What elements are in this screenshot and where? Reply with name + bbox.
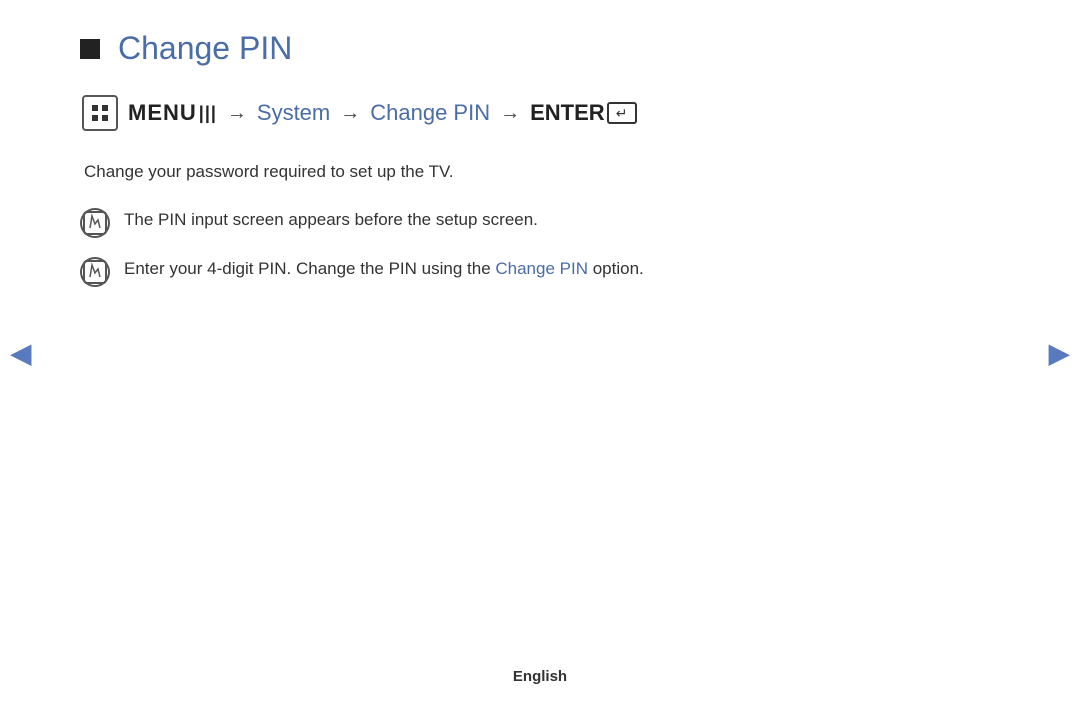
note-row-2: Enter your 4-digit PIN. Change the PIN u… <box>80 256 1000 287</box>
enter-label: ENTER <box>530 100 605 126</box>
note-2-text-after: option. <box>588 259 644 278</box>
page-title: Change PIN <box>118 30 292 67</box>
note-2-text-before: Enter your 4-digit PIN. Change the PIN u… <box>124 259 495 278</box>
nav-row: MENU ||| → System → Change PIN → ENTER ↵ <box>82 95 1000 131</box>
nav-change-pin-label: Change PIN <box>370 100 490 126</box>
footer-language: English <box>513 668 567 685</box>
nav-arrow-1: → <box>227 102 247 125</box>
main-content: Change PIN MENU ||| → System → Change PI… <box>0 0 1080 287</box>
note-text-2: Enter your 4-digit PIN. Change the PIN u… <box>124 256 644 282</box>
menu-bars: ||| <box>199 103 217 124</box>
enter-icon: ↵ <box>607 102 637 124</box>
system-label: System <box>257 100 330 126</box>
title-square-icon <box>80 39 100 59</box>
menu-label: MENU <box>128 100 197 126</box>
enter-arrow-symbol: ↵ <box>616 105 628 122</box>
nav-left-button[interactable]: ◀ <box>10 336 32 369</box>
description-text: Change your password required to set up … <box>84 159 1000 185</box>
footer: English <box>0 668 1080 685</box>
note-icon-2 <box>80 257 110 287</box>
note-icon-1 <box>80 208 110 238</box>
note-text-1: The PIN input screen appears before the … <box>124 207 538 233</box>
nav-arrow-3: → <box>500 102 520 125</box>
nav-right-button[interactable]: ▶ <box>1048 336 1070 369</box>
title-row: Change PIN <box>80 30 1000 67</box>
menu-icon <box>82 95 118 131</box>
note-2-change-pin-link: Change PIN <box>495 259 588 278</box>
nav-arrow-2: → <box>340 102 360 125</box>
note-row-1: The PIN input screen appears before the … <box>80 207 1000 238</box>
